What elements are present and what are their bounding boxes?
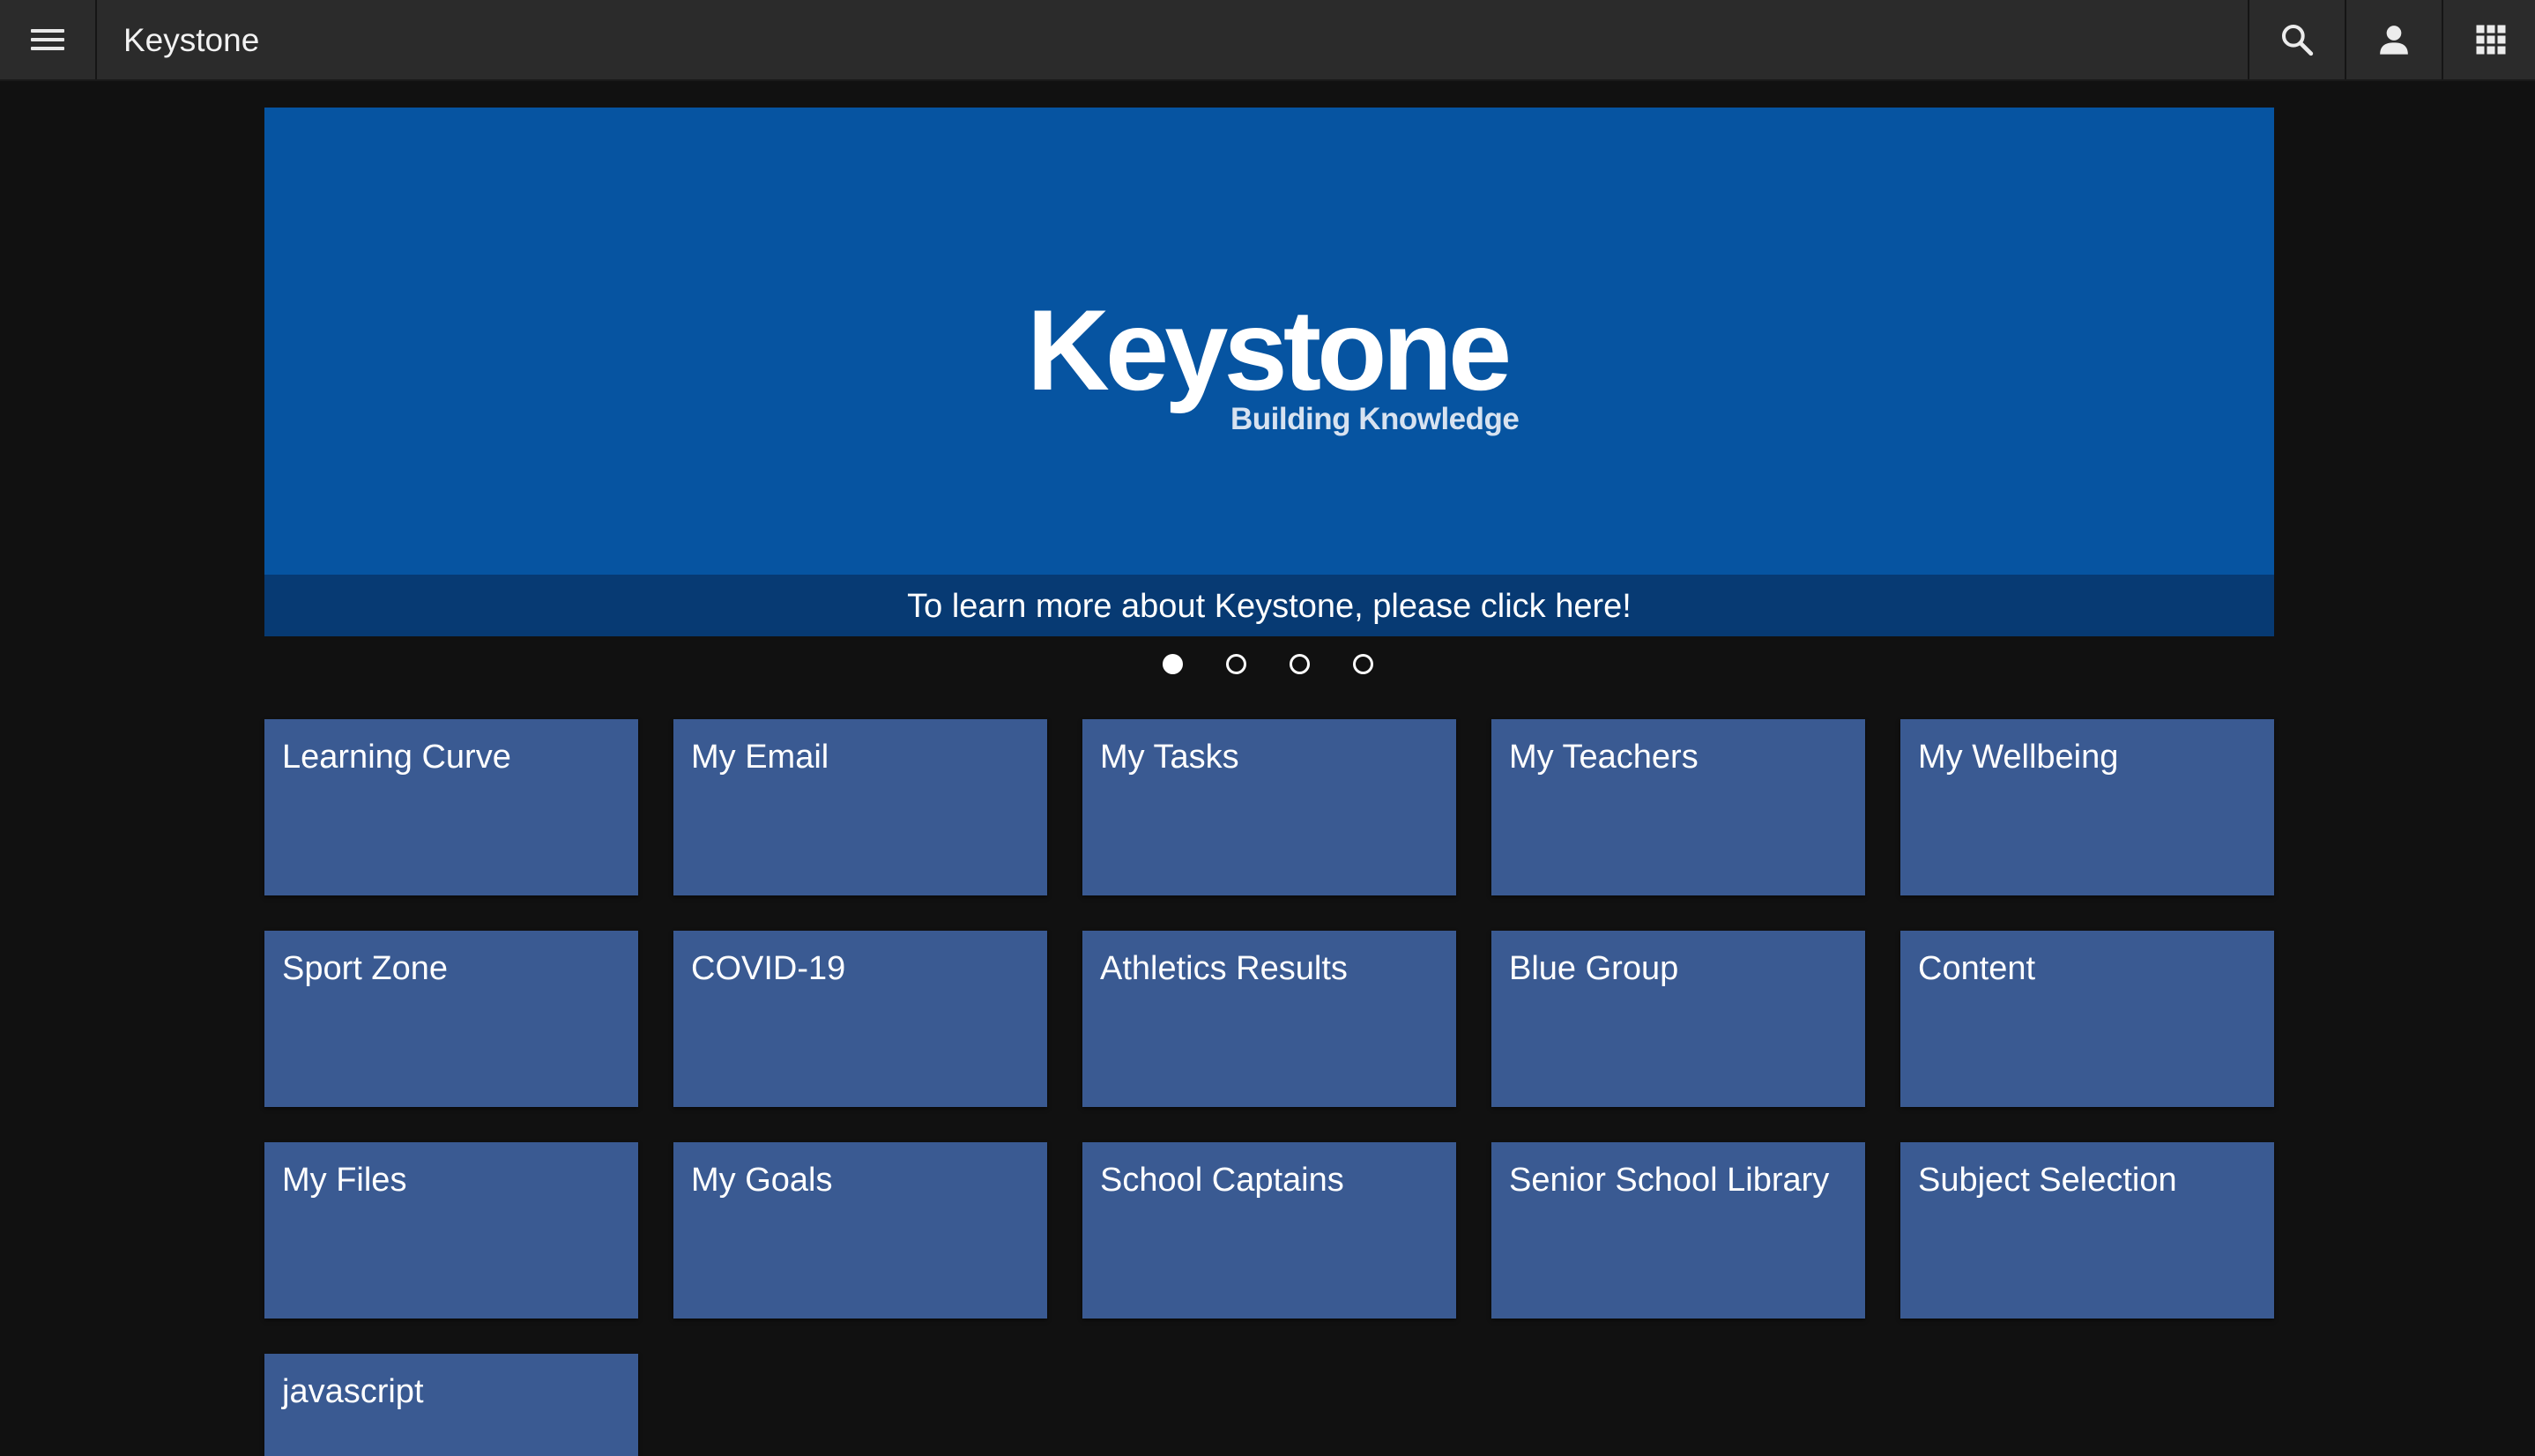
tile-subject-selection[interactable]: Subject Selection bbox=[1900, 1142, 2274, 1319]
tile-school-captains[interactable]: School Captains bbox=[1082, 1142, 1456, 1319]
logo-wordmark: Keystone bbox=[1027, 286, 1512, 414]
apps-button[interactable] bbox=[2442, 0, 2535, 79]
tile-blue-group[interactable]: Blue Group bbox=[1491, 931, 1865, 1107]
tile-my-tasks[interactable]: My Tasks bbox=[1082, 719, 1456, 895]
carousel-indicators bbox=[1146, 654, 1410, 679]
account-button[interactable] bbox=[2345, 0, 2442, 79]
menu-icon bbox=[31, 27, 64, 52]
tile-learning-curve[interactable]: Learning Curve bbox=[264, 719, 638, 895]
top-app-bar: Keystone bbox=[0, 0, 2535, 81]
tile-athletics-results[interactable]: Athletics Results bbox=[1082, 931, 1456, 1107]
account-icon bbox=[2380, 26, 2408, 55]
tile-content[interactable]: Content bbox=[1900, 931, 2274, 1107]
carousel-dot-3[interactable] bbox=[1290, 654, 1310, 674]
tile-my-goals[interactable]: My Goals bbox=[673, 1142, 1047, 1319]
tile-my-teachers[interactable]: My Teachers bbox=[1491, 719, 1865, 895]
search-icon bbox=[2282, 25, 2314, 56]
app-title: Keystone bbox=[123, 22, 260, 58]
banner-caption[interactable]: To learn more about Keystone, please cli… bbox=[264, 575, 2274, 636]
menu-button[interactable] bbox=[0, 0, 97, 79]
tile-my-email[interactable]: My Email bbox=[673, 719, 1047, 895]
tile-my-wellbeing[interactable]: My Wellbeing bbox=[1900, 719, 2274, 895]
carousel-banner[interactable]: Keystone Building Knowledge To learn mor… bbox=[264, 108, 2274, 636]
tile-covid-19[interactable]: COVID-19 bbox=[673, 931, 1047, 1107]
tile-javascript[interactable]: javascript bbox=[264, 1354, 638, 1456]
logo-tagline: Building Knowledge bbox=[1230, 402, 1520, 436]
carousel-dot-2[interactable] bbox=[1226, 654, 1246, 674]
carousel-dot-4[interactable] bbox=[1353, 654, 1373, 674]
tile-my-files[interactable]: My Files bbox=[264, 1142, 638, 1319]
keystone-logo: Keystone Building Knowledge bbox=[264, 108, 2274, 575]
apps-grid-icon bbox=[2476, 25, 2506, 55]
tile-senior-school-library[interactable]: Senior School Library bbox=[1491, 1142, 1865, 1319]
carousel-dot-1[interactable] bbox=[1163, 654, 1183, 674]
search-button[interactable] bbox=[2248, 0, 2345, 79]
tile-sport-zone[interactable]: Sport Zone bbox=[264, 931, 638, 1107]
